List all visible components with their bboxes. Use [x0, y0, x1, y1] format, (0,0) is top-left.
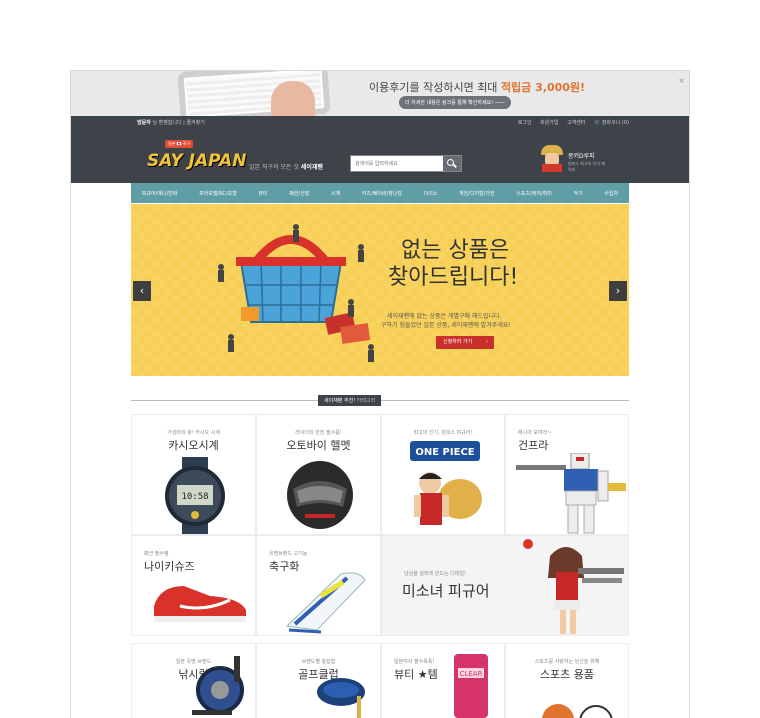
- shopping-basket-illustration: [218, 224, 374, 362]
- category-subtitle: 가성비의 왕! 카시오 시계: [167, 430, 220, 436]
- search-box: [350, 155, 462, 172]
- category-nav: 피규어/애니/만화 프라모델/RC/모형 뷰티 패션/신발 시계 키즈/베이비/…: [131, 183, 629, 203]
- signup-link[interactable]: 회원가입: [540, 120, 558, 126]
- search-icon: [447, 159, 454, 166]
- mascot-avatar[interactable]: [541, 145, 563, 172]
- svg-text:CLEAR: CLEAR: [460, 670, 483, 678]
- page-frame: 이용후기를 작성하시면 최대 적립금 3,000원! 더 자세한 내용은 링크를…: [70, 70, 690, 718]
- category-card-bishoujo-figure[interactable]: 남심을 설레게 만드는 디테일! 미소녀 피규어: [381, 535, 629, 636]
- close-icon[interactable]: ×: [678, 76, 685, 85]
- category-title: 오토바이 헬멧: [286, 439, 351, 452]
- category-card-onepiece[interactable]: 최고의 인기, 원피스 피규어! ONE PIECE: [381, 414, 505, 535]
- anime-figure-image: [523, 539, 624, 634]
- category-subtitle: 일본여자 필수욕폭!: [394, 659, 435, 665]
- gundam-image: [516, 453, 626, 534]
- category-title: 미소녀 피규어: [402, 582, 490, 600]
- nav-item-figure[interactable]: 피규어/애니/만화: [131, 190, 188, 197]
- hero-title-line2: 찾아드립니다!: [388, 265, 519, 290]
- category-subtitle: 유명브랜드 고기능: [269, 551, 308, 557]
- site-logo[interactable]: SAY JAPAN: [147, 151, 246, 171]
- sneaker-image: [154, 586, 246, 622]
- category-subtitle: 패션 필수템: [144, 551, 169, 557]
- promo-detail-button[interactable]: 더 자세한 내용은 링크를 통해 확인하세요! ――: [399, 96, 511, 109]
- nav-item-plamodel[interactable]: 프라모델/RC/모형: [188, 190, 247, 197]
- category-title: 뷰티 ★템: [394, 668, 438, 681]
- shampoo-pack-image: CLEAR: [454, 654, 488, 718]
- category-subtitle: 브랜드별 총집합: [301, 659, 336, 665]
- category-grid: 가성비의 왕! 카시오 시계 카시오시계 10:58 라이더의 안전 필수품! …: [131, 414, 629, 718]
- customer-center-link[interactable]: 고객센터: [567, 120, 585, 126]
- hero-apply-button[interactable]: 신청하러 가기 ›: [436, 336, 494, 349]
- category-card-casio[interactable]: 가성비의 왕! 카시오 시계 카시오시계 10:58: [131, 414, 256, 535]
- category-card-beauty[interactable]: 일본여자 필수욕폭! 뷰티 ★템 CLEAR: [381, 643, 505, 718]
- promo-text: 이용후기를 작성하시면 최대 적립금 3,000원!: [369, 81, 586, 94]
- search-input[interactable]: [355, 158, 441, 170]
- category-subtitle: 남심을 설레게 만드는 디테일!: [404, 571, 466, 577]
- category-subtitle: 매니아 모여라~: [518, 430, 552, 436]
- soccer-shoe-image: [285, 572, 366, 634]
- category-title: 스포츠 용품: [539, 668, 595, 681]
- mascot-subtitle: 원피스 최고의 인기 캐릭터: [568, 161, 605, 172]
- nav-item-sports[interactable]: 스포츠/레저/취미: [505, 190, 562, 197]
- section-title: 세이재팬 추천! 카테고리: [318, 395, 382, 406]
- fishing-reel-image: [192, 656, 244, 715]
- category-card-nike[interactable]: 패션 필수템 나이키슈즈: [131, 535, 256, 636]
- mascot-title[interactable]: 몽키D루피: [568, 151, 595, 160]
- category-card-soccer-shoes[interactable]: 유명브랜드 고기능 축구화: [256, 535, 381, 636]
- promo-banner[interactable]: 이용후기를 작성하시면 최대 적립금 3,000원! 더 자세한 내용은 링크를…: [71, 71, 689, 116]
- category-subtitle: 라이더의 안전 필수품!: [295, 430, 342, 436]
- nav-item-game[interactable]: 게임/디지털/가전: [448, 190, 505, 197]
- carousel-next-button[interactable]: ›: [609, 281, 627, 301]
- chevron-right-icon: ›: [486, 339, 488, 345]
- tagline: 일본 직구의 모든 것 세이재팬: [249, 164, 323, 171]
- nav-item-beauty[interactable]: 뷰티: [248, 190, 279, 197]
- nav-item-watch[interactable]: 시계: [320, 190, 351, 197]
- svg-text:10:58: 10:58: [181, 492, 208, 502]
- category-title: 나이키슈즈: [144, 560, 195, 573]
- hero-banner[interactable]: 없는 상품은 찾아드립니다! 세이재팬에 없는 상품은 개별구매 해드립니다. …: [131, 204, 629, 376]
- category-card-sports[interactable]: 스포츠를 사랑하는 당신을 위해 스포츠 용품: [505, 643, 629, 718]
- category-card-fishing-reel[interactable]: 일본 유명 브랜드 낚시릴: [131, 643, 256, 718]
- svg-text:ONE PIECE: ONE PIECE: [415, 447, 474, 458]
- utility-links: 로그인 회원가입 고객센터 🛒 장바구니 (0): [511, 119, 629, 126]
- onepiece-figure-image: ONE PIECE: [410, 441, 482, 525]
- sports-balls-image: [542, 704, 613, 718]
- top-utility-bar: 방문자 님 환영합니다 | 즐겨찾기 로그인 회원가입 고객센터 🛒 장바구니 …: [71, 116, 689, 131]
- login-link[interactable]: 로그인: [518, 120, 532, 126]
- nav-item-imported-car[interactable]: 수입차: [594, 190, 629, 197]
- watch-image: 10:58: [165, 457, 225, 534]
- cart-link[interactable]: 🛒 장바구니 (0): [594, 120, 629, 126]
- golf-club-image: [317, 678, 365, 718]
- carousel-prev-button[interactable]: ‹: [133, 281, 151, 301]
- nav-item-instrument[interactable]: 악기: [563, 190, 594, 197]
- hero-description-line2: 구하기 힘들었던 일본 상품, 세이재팬에 맡겨주세요!: [381, 322, 511, 329]
- search-button[interactable]: [443, 156, 461, 171]
- nav-item-kids[interactable]: 키즈/베이비/장난감: [351, 190, 413, 197]
- category-card-gunpla[interactable]: 매니아 모여라~ 건프라: [505, 414, 629, 535]
- greeting: 방문자 님 환영합니다 | 즐겨찾기: [137, 120, 205, 126]
- hero-description-line1: 세이재팬에 없는 상품은 개별구매 해드립니다.: [387, 313, 502, 320]
- category-card-golf-club[interactable]: 브랜드별 총집합 골프클럽: [256, 643, 381, 718]
- nav-item-daiso[interactable]: 다이소: [413, 190, 448, 197]
- category-title: 건프라: [518, 439, 549, 452]
- category-card-helmet[interactable]: 라이더의 안전 필수품! 오토바이 헬멧: [256, 414, 381, 535]
- site-header: 일본 🇯🇵 직구 SAY JAPAN 일본 직구의 모든 것 세이재팬 몽키D루…: [71, 131, 689, 183]
- category-subtitle: 최고의 인기, 원피스 피규어!: [413, 430, 473, 436]
- promo-highlight: 적립금 3,000원!: [500, 81, 586, 94]
- nav-item-fashion[interactable]: 패션/신발: [278, 190, 320, 197]
- hand-illustration: [271, 81, 315, 116]
- category-subtitle: 스포츠를 사랑하는 당신을 위해: [534, 659, 600, 665]
- logo-badge: 일본 🇯🇵 직구: [165, 140, 194, 148]
- category-title: 카시오시계: [168, 439, 219, 452]
- helmet-image: [287, 461, 353, 529]
